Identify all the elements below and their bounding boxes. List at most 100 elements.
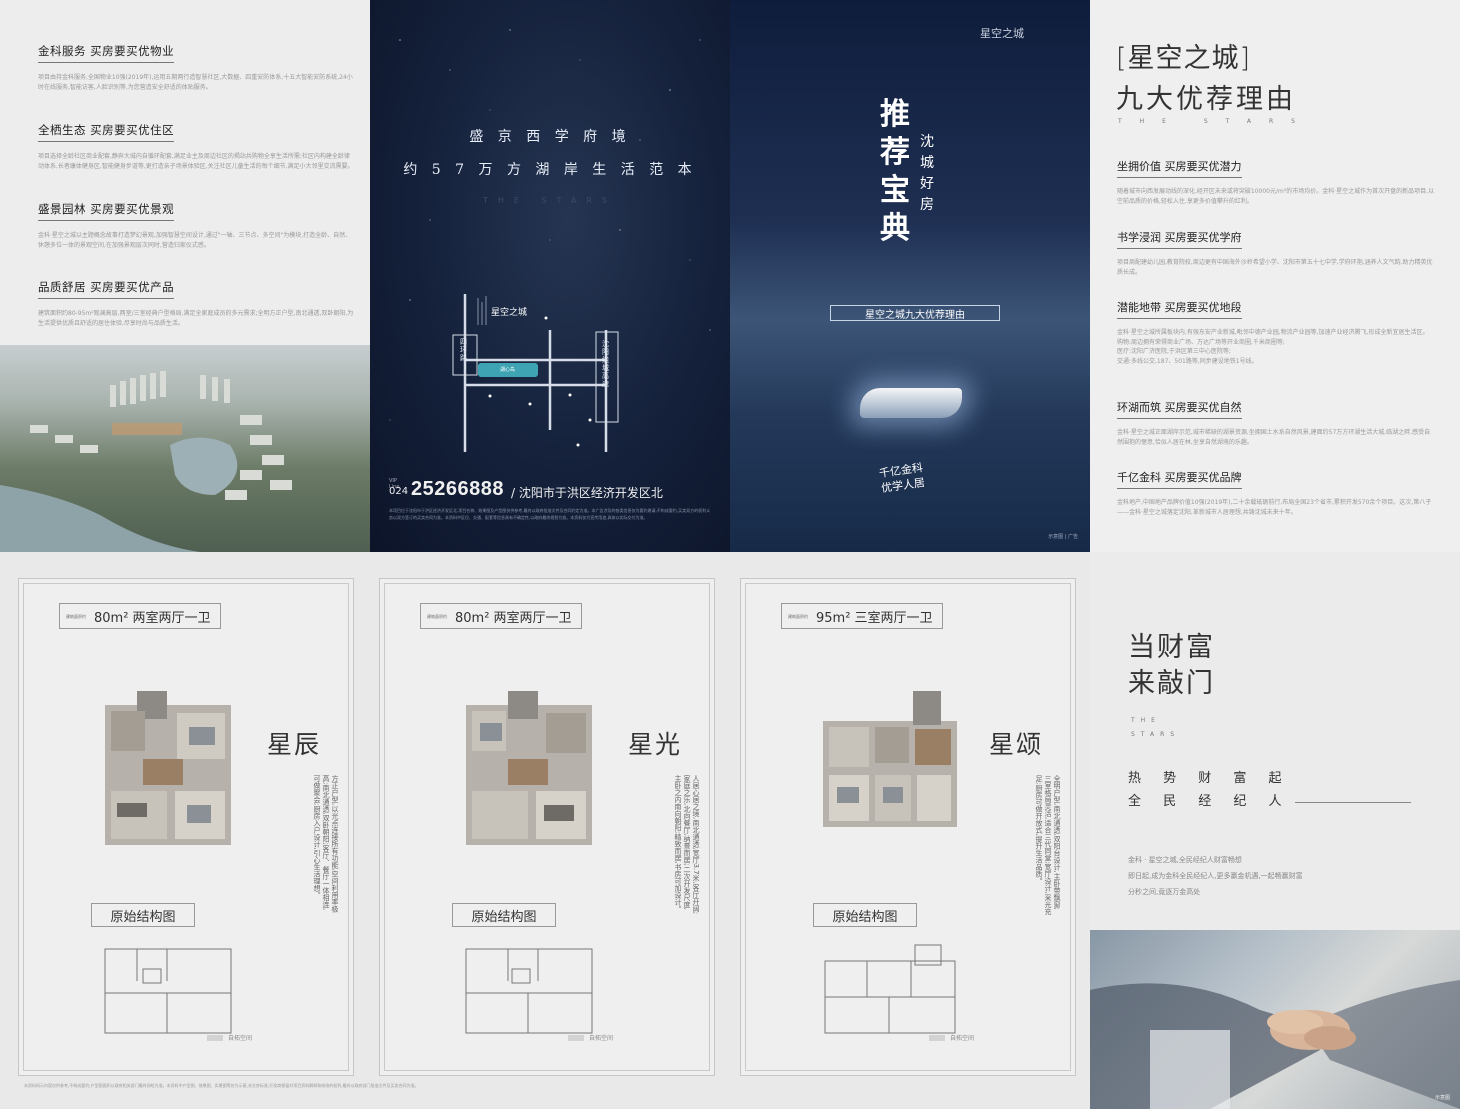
legend-swatch — [568, 1034, 584, 1041]
reason-body: 金科·星空之城所属板块内,有强东安产业新城,毗邻中德产业园,物流产业园等,加速产… — [1117, 329, 1429, 365]
unit-name: 星辰 — [267, 730, 322, 759]
unit-spec: 80m² 两室两厅一卫 — [455, 610, 572, 626]
cover-subtitle-char: 沈 — [920, 134, 934, 150]
service-item: 品质舒居 买房要买优产品 建筑面积约80-95m²观澜高层,两室/三室经典户型格… — [38, 276, 354, 328]
map-label-expressway: 沈阳绕城高速 — [602, 340, 609, 388]
unit-name: 星光 — [628, 730, 683, 759]
cover-title: 推 荐 宝 典 — [880, 96, 910, 248]
service-title: 全栖生态 买房要买优住区 — [38, 122, 175, 142]
legend-swatch — [207, 1034, 223, 1041]
reason-item: 环湖而筑 买房要买优自然 金科·星空之城正面湖岸示范,城市稀缺的湖景资源,坐拥国… — [1117, 396, 1435, 447]
reason-item: 潜能地带 买房要买优地段 金科·星空之城所属板块内,有强东安产业新城,毗邻中德产… — [1117, 296, 1435, 366]
legend-label: 自拓空间 — [228, 1035, 253, 1042]
service-body: 金科·星空之城以主题概念故事打造梦幻景观,加强智慧空间设计,通过"一轴、三节点、… — [38, 232, 352, 249]
floor-plan-drawing — [823, 691, 957, 827]
reason-body: 随着城市向西发展动线的深化,经开区未来或将突破10000元/m²的市场均价。金科… — [1117, 188, 1435, 205]
unit-spec-tag: 建筑面积约 80m² 两室两厅一卫 — [59, 603, 221, 629]
reason-body: 金科·星空之城正面湖岸示范,城市稀缺的湖景资源,坐拥国土水系自然风景,建面约57… — [1117, 429, 1431, 446]
floor-plan-card: 建筑面积约 95m² 三室两厅一卫 星颂 全明户型,南北通透,双阳台设计,主卧带… — [740, 578, 1076, 1076]
map-label-lake: 湖心岛 — [500, 367, 516, 373]
wealth-headline: 当财富 来敲门 — [1128, 630, 1215, 702]
reason-title: 潜能地带 买房要买优地段 — [1117, 299, 1242, 319]
unit-spec-tag: 建筑面积约 95m² 三室两厅一卫 — [781, 603, 943, 629]
service-item: 金科服务 买房要买优物业 项目由持金科服务,全国物业10强(2019年),运用五… — [38, 40, 354, 92]
reason-title: 坐拥价值 买房要买优潜力 — [1117, 158, 1242, 178]
reason-item: 千亿金科 买房要买优品牌 金科地产,中国地产品牌价值10强(2019年),二十余… — [1117, 466, 1435, 517]
cover-handwriting: 千亿金科 优学人居 — [878, 460, 926, 496]
paragraph-line: 金科 · 星空之城,全民经纪人财富畅想 — [1128, 856, 1242, 864]
original-structure-drawing — [824, 944, 956, 1034]
service-body: 建筑面积约80-95m²观澜高层,两室/三室经典户型格局,满足全家庭成员的多元需… — [38, 310, 354, 327]
divider — [1295, 802, 1411, 803]
original-structure-drawing — [465, 948, 593, 1034]
cover-subtitle-char: 好 — [920, 176, 934, 192]
original-structure-tag: 原始结构图 — [452, 903, 556, 927]
unit-description: 全明户型,南北通透,双阳台设计,主卧带飘窗;三室格局灵活,适合三代同堂;宽厅设计… — [1035, 775, 1061, 915]
cover-banner: 星空之城九大优荐理由 — [830, 305, 1000, 321]
the-stars-caption: THE STARS — [1131, 714, 1180, 742]
floor-plan-drawing — [105, 691, 231, 845]
headline-line: 来敲门 — [1128, 668, 1215, 699]
legend: 自拓空间 — [929, 1033, 974, 1042]
reason-title: 书学浸润 买房要买优学府 — [1117, 229, 1242, 249]
service-body: 项目选择全龄社区商业配套,静奔大城内自循环配套,满足业主及周边社区的揭站共购物全… — [38, 153, 354, 170]
unit-description: 人居心居之境,南北通透,宽厅3.7米,客厅开阔;家庭之乐,北向餐厅,纳景而居;二… — [674, 775, 700, 915]
reason-item: 坐拥价值 买房要买优潜力 随着城市向西发展动线的深化,经开区未来或将突破1000… — [1117, 155, 1435, 206]
phone-number[interactable]: 25266888 — [411, 478, 504, 501]
floor-plan-drawing — [466, 691, 592, 845]
floor-plan-card: 建筑面积约 80m² 两室两厅一卫 星辰 方正户型,以光点连接所有功能,空间利用… — [18, 578, 354, 1076]
legend: 自拓空间 — [207, 1033, 252, 1042]
aerial-rendering-image — [0, 345, 370, 552]
legal-footnote: 本资料所示内容仅供参考,不构成要约;户型图面积以政府相关部门最终测绘为准。本资料… — [24, 1083, 419, 1088]
reason-body: 项目周配建幼儿园,教育院校,周边更有中国海外沙岭希望小学、沈阳市第五十七中学,学… — [1117, 259, 1433, 276]
disclaimer-text: 本项目位于沈阳市于洪区经济开发区北,项目名称、效果图及户型图仅供参考,最终以政府… — [389, 508, 711, 520]
service-title: 品质舒居 买房要买优产品 — [38, 279, 175, 299]
reasons-panel: [星空之城] 九大优荐理由 THE STARS 坐拥价值 买房要买优潜力 随着城… — [1090, 0, 1460, 552]
unit-spec: 95m² 三室两厅一卫 — [816, 610, 933, 626]
location-panel: 盛 京 西 学 府 境 约 5 7 万 方 湖 岸 生 活 范 本 THE ST… — [370, 0, 730, 552]
unit-description: 方正户型,以光点连接所有功能,空间利用率极高;南北通透,双卧朝阳;客厅、餐厅一体… — [313, 775, 339, 913]
reason-body: 金科地产,中国地产品牌价值10强(2019年),二十余载砥砺前行,布局全国23个… — [1117, 499, 1432, 516]
original-structure-drawing — [104, 948, 232, 1034]
wealth-slogan: 热 势 财 富 起 全 民 经 纪 人 — [1128, 767, 1291, 813]
cover-subtitle: 沈 城 好 房 — [920, 132, 938, 216]
reason-title: 环湖而筑 买房要买优自然 — [1117, 399, 1242, 419]
cover-subtitle-char: 城 — [920, 155, 934, 171]
cover-panel: 星空之城 推 荐 宝 典 沈 城 好 房 星空之城九大优荐理由 千亿金科 优学人… — [730, 0, 1090, 552]
location-map — [452, 294, 619, 452]
legend-swatch — [929, 1034, 945, 1041]
service-body: 项目由持金科服务,全国物业10强(2019年),运用五期两行造智慧社区,大数据、… — [38, 74, 353, 91]
cover-subtitle-char: 房 — [920, 197, 934, 213]
original-structure-tag: 原始结构图 — [813, 903, 917, 927]
floor-plan-card: 建筑面积约 80m² 两室两厅一卫 星光 人居心居之境,南北通透,宽厅3.7米,… — [379, 578, 715, 1076]
original-structure-tag: 原始结构图 — [91, 903, 195, 927]
service-title: 盛景园林 买房要买优景观 — [38, 201, 175, 221]
map-label-project: 星空之城 — [491, 308, 528, 318]
cover-title-char: 推 — [880, 97, 910, 132]
reasons-title: [星空之城] — [1116, 43, 1252, 74]
wealth-panel: 当财富 来敲门 THE STARS 热 势 财 富 起 全 民 经 纪 人 金科… — [1090, 552, 1460, 1109]
photo-caption: 示意图 — [1434, 1095, 1450, 1101]
service-title: 金科服务 买房要买优物业 — [38, 43, 175, 63]
unit-spec: 80m² 两室两厅一卫 — [94, 610, 211, 626]
cover-title-char: 荐 — [880, 135, 910, 170]
unit-spec-tag: 建筑面积约 80m² 两室两厅一卫 — [420, 603, 582, 629]
wealth-paragraph: 金科 · 星空之城,全民经纪人财富畅想 即日起,成为金科全民经纪人,更多赢金机遇… — [1128, 852, 1303, 900]
unit-name: 星颂 — [989, 730, 1044, 759]
services-panel: 金科服务 买房要买优物业 项目由持金科服务,全国物业10强(2019年),运用五… — [0, 0, 370, 552]
service-item: 盛景园林 买房要买优景观 金科·星空之城以主题概念故事打造梦幻景观,加强智慧空间… — [38, 198, 354, 250]
paragraph-line: 分秒之间,竟逐万金高处 — [1128, 888, 1201, 896]
project-address: / 沈阳市于洪区经济开发区北 — [511, 486, 663, 500]
reason-item: 书学浸润 买房要买优学府 项目周配建幼儿园,教育院校,周边更有中国海外沙岭希望小… — [1117, 226, 1435, 277]
glowing-sculpture — [860, 388, 962, 418]
slogan-line: 全 民 经 纪 人 — [1128, 794, 1291, 809]
caption-line: THE — [1131, 717, 1161, 724]
legend-label: 自拓空间 — [950, 1035, 975, 1042]
map-label-ring-road: 四环路 — [460, 338, 467, 362]
area-code: 024 — [389, 486, 409, 497]
area-prefix: 建筑面积约 — [66, 613, 86, 619]
caption-line: STARS — [1131, 731, 1181, 738]
reasons-subtitle: 九大优荐理由 — [1116, 84, 1296, 115]
project-logo: 星空之城 — [980, 27, 1024, 40]
the-stars-caption: THE STARS — [1118, 118, 1313, 125]
